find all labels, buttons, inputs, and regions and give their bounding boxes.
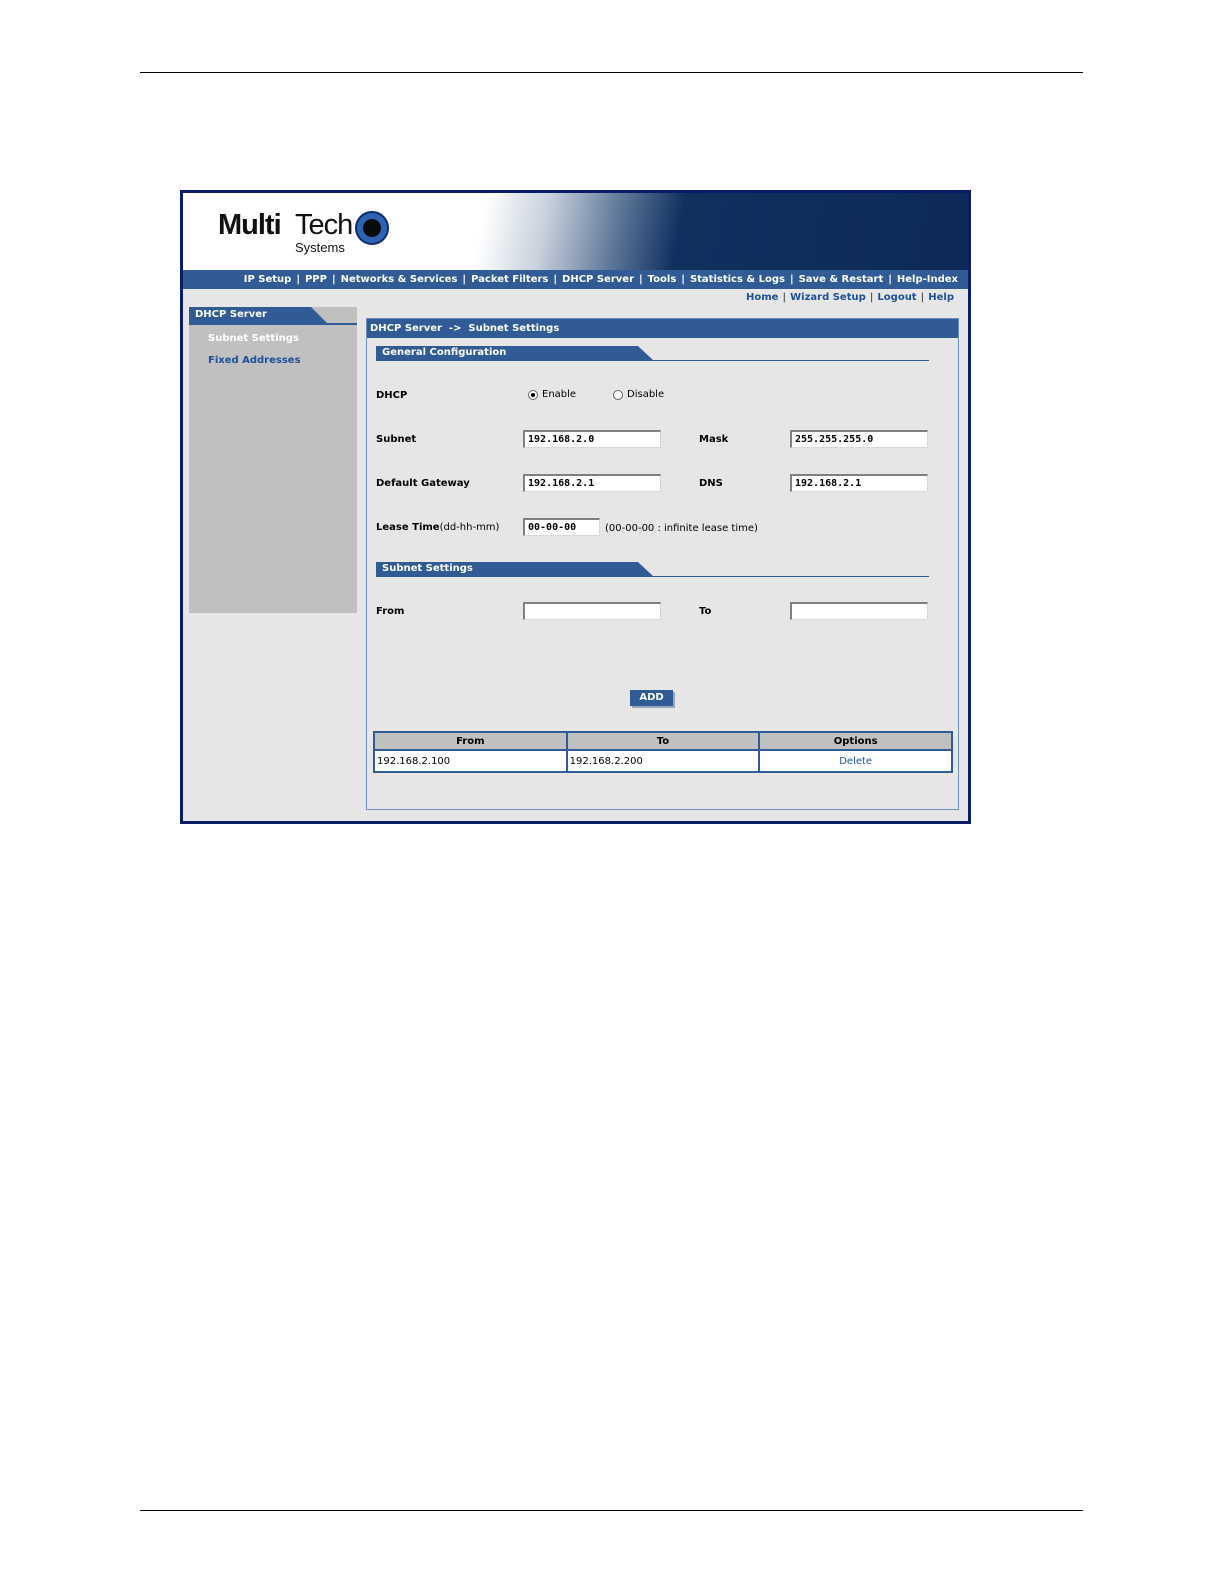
- section-title: General Configuration: [382, 347, 507, 358]
- lease-time-label-text: Lease Time: [376, 522, 440, 533]
- dhcp-label: DHCP: [376, 390, 408, 401]
- top-navigation: IP Setup | PPP | Networks & Services | Pack…: [183, 270, 968, 289]
- default-gateway-field[interactable]: 192.168.2.1: [523, 474, 661, 492]
- nav-ppp[interactable]: PPP: [300, 274, 332, 285]
- breadcrumb: DHCP Server -> Subnet Settings: [367, 319, 958, 338]
- column-header-options: Options: [758, 731, 953, 751]
- to-field[interactable]: [790, 602, 928, 620]
- logo-brand-light: Tech: [295, 209, 353, 241]
- nav-packet-filters[interactable]: Packet Filters: [466, 274, 553, 285]
- help-link[interactable]: Help: [924, 292, 958, 303]
- nav-dhcp-server[interactable]: DHCP Server: [557, 274, 639, 285]
- default-gateway-label: Default Gateway: [376, 478, 470, 489]
- column-header-from: From: [373, 731, 568, 751]
- nav-tools[interactable]: Tools: [643, 274, 682, 285]
- nav-statistics-logs[interactable]: Statistics & Logs: [685, 274, 790, 285]
- table-header-row: From To Options: [373, 731, 953, 751]
- general-config-section-header: General Configuration: [376, 346, 929, 362]
- section-rule: [376, 360, 929, 361]
- router-web-ui: Multi Tech Systems IP Setup | PPP | Networ…: [180, 190, 971, 824]
- radio-unselected-icon: [613, 389, 623, 400]
- subnet-label: Subnet: [376, 434, 417, 445]
- sidebar: DHCP Server Subnet Settings Fixed Addres…: [189, 307, 357, 613]
- logo-subtitle: Systems: [295, 240, 345, 255]
- utility-navigation: Home | Wizard Setup | Logout | Help: [742, 292, 958, 303]
- section-title: Subnet Settings: [382, 563, 473, 574]
- lease-time-field[interactable]: 00-00-00: [523, 518, 600, 536]
- sidebar-item-subnet-settings[interactable]: Subnet Settings: [208, 333, 299, 344]
- sidebar-title: DHCP Server: [195, 309, 267, 320]
- disable-label: Disable: [627, 389, 665, 400]
- subnet-settings-section-header: Subnet Settings: [376, 562, 929, 578]
- dns-label: DNS: [699, 478, 723, 489]
- lease-time-label: Lease Time(dd-hh-mm): [376, 522, 499, 533]
- cell-to: 192.168.2.200: [565, 749, 761, 773]
- home-link[interactable]: Home: [742, 292, 782, 303]
- sidebar-item-fixed-addresses[interactable]: Fixed Addresses: [208, 355, 301, 366]
- nav-save-restart[interactable]: Save & Restart: [794, 274, 889, 285]
- subnet-field[interactable]: 192.168.2.0: [523, 430, 661, 448]
- header-banner: Multi Tech Systems: [183, 193, 968, 270]
- cell-from: 192.168.2.100: [373, 749, 568, 773]
- from-label: From: [376, 606, 405, 617]
- nav-help-index[interactable]: Help-Index: [892, 274, 963, 285]
- lease-time-format: (dd-hh-mm): [439, 522, 500, 533]
- logo-icon: [355, 211, 389, 245]
- dhcp-disable-radio[interactable]: Disable: [613, 389, 664, 400]
- enable-label: Enable: [542, 389, 577, 400]
- column-header-to: To: [565, 731, 761, 751]
- nav-networks-services[interactable]: Networks & Services: [336, 274, 463, 285]
- subnet-range-table: From To Options 192.168.2.100 192.168.2.…: [373, 731, 953, 773]
- main-panel: DHCP Server -> Subnet Settings General C…: [366, 318, 959, 810]
- table-row: 192.168.2.100 192.168.2.200 Delete: [373, 749, 953, 773]
- mask-field[interactable]: 255.255.255.0: [790, 430, 928, 448]
- logo-brand-bold: Multi: [218, 209, 282, 241]
- section-rule: [376, 576, 929, 577]
- wizard-setup-link[interactable]: Wizard Setup: [786, 292, 870, 303]
- document-header-rule: [140, 72, 1083, 73]
- dhcp-enable-radio[interactable]: Enable: [528, 389, 576, 400]
- from-field[interactable]: [523, 602, 661, 620]
- delete-link[interactable]: Delete: [758, 749, 953, 773]
- sidebar-header-rule: [189, 323, 357, 325]
- add-button[interactable]: ADD: [630, 690, 673, 706]
- to-label: To: [699, 606, 712, 617]
- document-footer-rule: [140, 1510, 1083, 1511]
- mask-label: Mask: [699, 434, 729, 445]
- radio-selected-icon: [528, 389, 538, 400]
- logout-link[interactable]: Logout: [873, 292, 920, 303]
- lease-time-note: (00-00-00 : infinite lease time): [605, 523, 758, 534]
- nav-ip-setup[interactable]: IP Setup: [239, 274, 297, 285]
- dns-field[interactable]: 192.168.2.1: [790, 474, 928, 492]
